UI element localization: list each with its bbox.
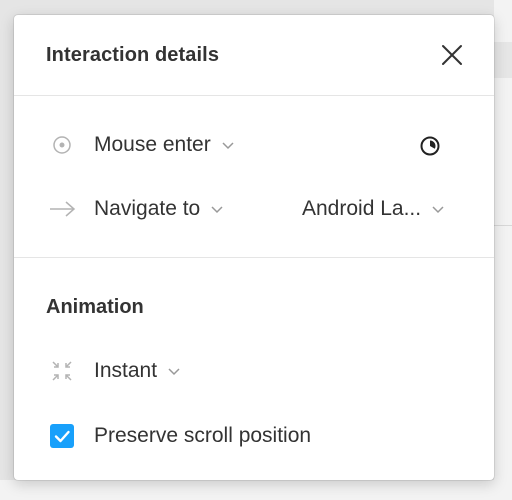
close-icon: [442, 45, 462, 65]
action-select-value: Navigate to: [94, 197, 201, 220]
destination-select-value: Android La...: [302, 197, 422, 220]
canvas-background-bottom: [0, 480, 512, 500]
trigger-circle-icon: [50, 133, 74, 157]
interaction-details-panel: Interaction details Mouse enter Navigate…: [14, 15, 494, 480]
destination-select[interactable]: Android La...: [302, 189, 445, 229]
panel-title: Interaction details: [46, 44, 220, 66]
preserve-scroll-label[interactable]: Preserve scroll position: [94, 424, 311, 448]
preserve-scroll-checkbox[interactable]: [50, 424, 74, 448]
animation-type-select[interactable]: Instant: [94, 351, 181, 391]
close-button[interactable]: [436, 39, 468, 71]
sidebar-selected-row: [494, 42, 512, 78]
chevron-down-icon: [210, 202, 224, 216]
right-sidebar-fragment: [494, 0, 512, 500]
sidebar-divider: [494, 225, 512, 226]
instant-collapse-icon: [50, 359, 74, 383]
chevron-down-icon: [221, 138, 235, 152]
panel-header: Interaction details: [14, 15, 494, 96]
animation-heading: Animation: [46, 296, 144, 318]
timer-icon[interactable]: [419, 135, 441, 157]
animation-type-row: Instant: [14, 351, 494, 391]
arrow-right-icon: [50, 197, 76, 221]
action-select[interactable]: Navigate to: [94, 189, 224, 229]
action-row: Navigate to Android La...: [14, 189, 494, 229]
chevron-down-icon: [167, 364, 181, 378]
section-divider: [14, 257, 494, 258]
checkmark-icon: [54, 430, 70, 443]
animation-type-value: Instant: [94, 359, 158, 382]
trigger-select[interactable]: Mouse enter: [94, 125, 235, 165]
chevron-down-icon: [431, 202, 445, 216]
trigger-select-value: Mouse enter: [94, 133, 211, 156]
